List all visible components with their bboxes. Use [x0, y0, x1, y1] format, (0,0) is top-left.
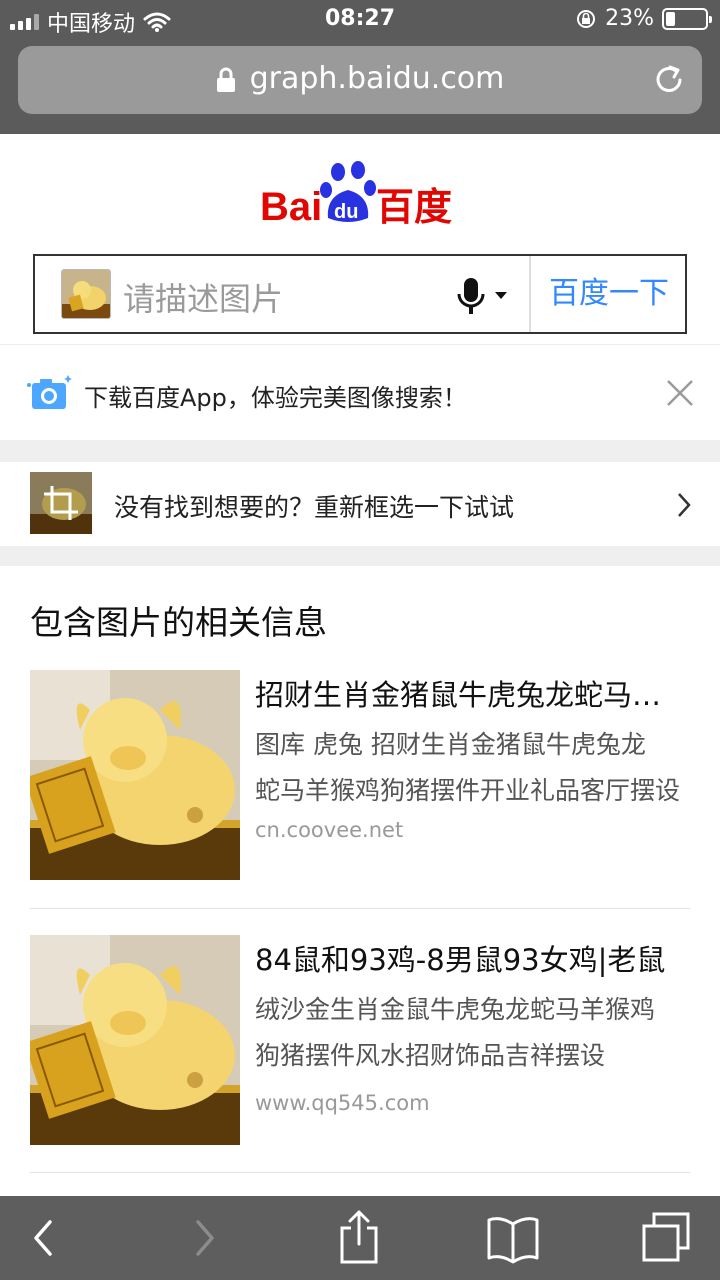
forward-icon[interactable]	[190, 1210, 220, 1266]
svg-text:Bai: Bai	[260, 185, 322, 229]
divider-band	[0, 440, 720, 462]
result-title[interactable]: 84鼠和93鸡-8男鼠93女鸡|老鼠	[255, 937, 690, 979]
baidu-logo[interactable]: Bai du 百度	[0, 160, 720, 230]
back-icon[interactable]	[28, 1210, 58, 1266]
rotation-lock-icon	[577, 9, 596, 28]
result-desc-line: 绒沙金生肖金鼠牛虎兔龙蛇马羊猴鸡	[255, 995, 656, 1024]
result-thumbnail[interactable]	[30, 670, 240, 880]
result-desc-line: 图库 虎兔 招财生肖金猪鼠牛虎兔龙	[255, 730, 646, 759]
search-box: 请描述图片 百度一下	[33, 254, 687, 334]
app-download-banner[interactable]: 下载百度App，体验完美图像搜索！	[0, 344, 720, 440]
result-desc-line: 蛇马羊猴鸡狗猪摆件开业礼品客厅摆设	[255, 776, 681, 805]
reload-icon[interactable]	[652, 63, 686, 97]
result-source: www.qq545.com	[255, 1091, 430, 1115]
address-bar[interactable]: graph.baidu.com	[18, 46, 702, 114]
search-input[interactable]: 请描述图片	[123, 274, 283, 320]
result-desc-line: 狗猪摆件风水招财饰品吉祥摆设	[255, 1041, 606, 1070]
browser-page: 中国移动 08:27 23% graph.baidu.com Bai du 百度…	[0, 0, 720, 1280]
battery-fill	[666, 11, 675, 26]
svg-text:百度: 百度	[376, 185, 452, 229]
url-text: graph.baidu.com	[249, 61, 505, 96]
microphone-icon[interactable]	[455, 276, 525, 316]
section-heading: 包含图片的相关信息	[30, 603, 327, 642]
result-thumbnail[interactable]	[30, 935, 240, 1145]
baidu-logo-image: Bai du 百度	[260, 161, 452, 229]
app-banner-text: 下载百度App，体验完美图像搜索！	[84, 384, 467, 412]
svg-text:du: du	[334, 201, 358, 223]
chevron-right-icon	[678, 493, 691, 517]
result-card[interactable]: 招财生肖金猪鼠牛虎兔龙蛇马羊猴鸡狗猪摆件 图库 虎兔 招财生肖金猪鼠牛虎兔龙 蛇…	[30, 670, 690, 882]
status-right: 23%	[575, 6, 712, 31]
battery-icon	[662, 7, 712, 30]
result-separator	[30, 908, 690, 909]
crop-thumbnail	[30, 472, 92, 534]
result-description: 图库 虎兔 招财生肖金猪鼠牛虎兔龙 蛇马羊猴鸡狗猪摆件开业礼品客厅摆设	[255, 722, 690, 814]
tabs-icon[interactable]	[640, 1210, 692, 1266]
result-title[interactable]: 招财生肖金猪鼠牛虎兔龙蛇马羊猴鸡狗猪摆件	[255, 672, 690, 714]
result-description: 绒沙金生肖金鼠牛虎兔龙蛇马羊猴鸡 狗猪摆件风水招财饰品吉祥摆设	[255, 987, 690, 1079]
result-card[interactable]: 84鼠和93鸡-8男鼠93女鸡|老鼠 绒沙金生肖金鼠牛虎兔龙蛇马羊猴鸡 狗猪摆件…	[30, 935, 690, 1147]
browser-chrome-top: 中国移动 08:27 23% graph.baidu.com	[0, 0, 720, 134]
result-separator	[30, 1172, 690, 1173]
divider-band	[0, 546, 720, 566]
close-icon[interactable]	[666, 379, 694, 407]
battery-percent: 23%	[605, 6, 654, 31]
share-icon[interactable]	[338, 1210, 380, 1266]
camera-icon	[27, 375, 72, 409]
status-bar: 中国移动 08:27 23%	[0, 0, 720, 40]
browser-toolbar	[0, 1196, 720, 1280]
reselect-text: 没有找到想要的？重新框选一下试试	[114, 493, 515, 522]
query-image-thumbnail[interactable]	[61, 269, 111, 319]
lock-icon	[216, 67, 235, 92]
bookmarks-icon[interactable]	[486, 1210, 540, 1266]
url-display[interactable]: graph.baidu.com	[18, 61, 702, 96]
search-submit-button[interactable]: 百度一下	[531, 256, 687, 332]
reselect-crop-row[interactable]: 没有找到想要的？重新框选一下试试	[0, 462, 720, 546]
result-source: cn.coovee.net	[255, 818, 404, 842]
